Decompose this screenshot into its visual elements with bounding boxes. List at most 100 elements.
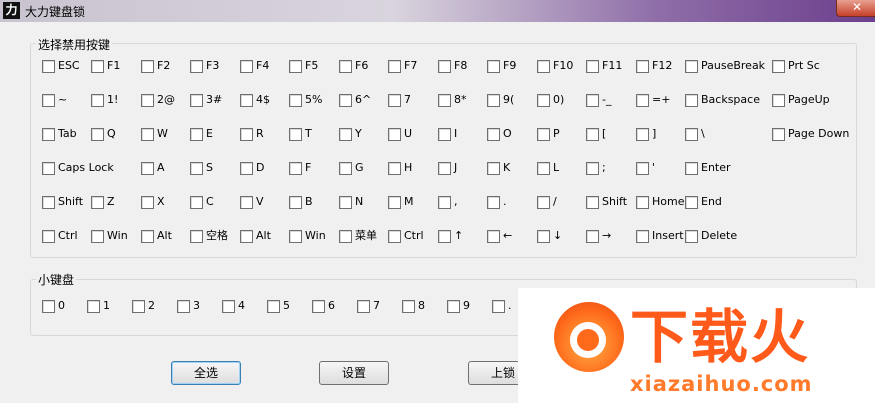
key-checkbox[interactable]: F5	[289, 59, 318, 75]
key-checkbox[interactable]: H	[388, 161, 412, 177]
close-button[interactable]: ✕	[836, 0, 875, 17]
key-checkbox[interactable]: Insert	[636, 229, 684, 245]
checkbox-box[interactable]	[537, 161, 550, 175]
checkbox-box[interactable]	[312, 299, 325, 313]
checkbox-box[interactable]	[339, 127, 352, 141]
checkbox-box[interactable]	[289, 59, 302, 73]
key-checkbox[interactable]: ←	[487, 229, 512, 245]
checkbox-box[interactable]	[636, 59, 649, 73]
key-checkbox[interactable]: Ctrl	[42, 229, 78, 245]
checkbox-box[interactable]	[685, 93, 698, 107]
checkbox-box[interactable]	[586, 93, 599, 107]
key-checkbox[interactable]: Shift	[586, 195, 627, 211]
checkbox-box[interactable]	[190, 127, 203, 141]
checkbox-box[interactable]	[487, 161, 500, 175]
key-checkbox[interactable]: 2	[132, 299, 155, 315]
checkbox-box[interactable]	[438, 59, 451, 73]
checkbox-box[interactable]	[537, 229, 550, 243]
key-checkbox[interactable]: .	[492, 299, 512, 315]
key-checkbox[interactable]: B	[289, 195, 313, 211]
key-checkbox[interactable]: Tab	[42, 127, 77, 143]
checkbox-box[interactable]	[289, 229, 302, 243]
key-checkbox[interactable]: PageUp	[772, 93, 830, 109]
checkbox-box[interactable]	[339, 195, 352, 209]
key-checkbox[interactable]: V	[240, 195, 264, 211]
checkbox-box[interactable]	[87, 299, 100, 313]
checkbox-box[interactable]	[685, 161, 698, 175]
checkbox-box[interactable]	[537, 127, 550, 141]
checkbox-box[interactable]	[772, 127, 785, 141]
key-checkbox[interactable]: Alt	[240, 229, 271, 245]
checkbox-box[interactable]	[447, 299, 460, 313]
checkbox-box[interactable]	[267, 299, 280, 313]
checkbox-box[interactable]	[487, 59, 500, 73]
checkbox-box[interactable]	[339, 59, 352, 73]
key-checkbox[interactable]: I	[438, 127, 457, 143]
key-checkbox[interactable]: ;	[586, 161, 606, 177]
checkbox-box[interactable]	[438, 229, 451, 243]
checkbox-box[interactable]	[438, 127, 451, 141]
key-checkbox[interactable]: 0)	[537, 93, 564, 109]
key-checkbox[interactable]: L	[537, 161, 559, 177]
key-checkbox[interactable]: F6	[339, 59, 368, 75]
key-checkbox[interactable]: Enter	[685, 161, 731, 177]
key-checkbox[interactable]: 7	[388, 93, 411, 109]
key-checkbox[interactable]: 1	[87, 299, 110, 315]
checkbox-box[interactable]	[636, 93, 649, 107]
key-checkbox[interactable]: 9	[447, 299, 470, 315]
key-checkbox[interactable]: 7	[357, 299, 380, 315]
checkbox-box[interactable]	[240, 93, 253, 107]
checkbox-box[interactable]	[42, 195, 55, 209]
key-checkbox[interactable]: 9(	[487, 93, 514, 109]
key-checkbox[interactable]: Z	[91, 195, 115, 211]
key-checkbox[interactable]: Shift	[42, 195, 83, 211]
key-checkbox[interactable]: 3	[177, 299, 200, 315]
checkbox-box[interactable]	[388, 161, 401, 175]
key-checkbox[interactable]: G	[339, 161, 364, 177]
key-checkbox[interactable]: 6	[312, 299, 335, 315]
checkbox-box[interactable]	[438, 93, 451, 107]
checkbox-box[interactable]	[42, 299, 55, 313]
checkbox-box[interactable]	[177, 299, 190, 313]
checkbox-box[interactable]	[636, 195, 649, 209]
checkbox-box[interactable]	[685, 229, 698, 243]
checkbox-box[interactable]	[190, 59, 203, 73]
checkbox-box[interactable]	[289, 195, 302, 209]
checkbox-box[interactable]	[42, 93, 55, 107]
key-checkbox[interactable]: K	[487, 161, 510, 177]
checkbox-box[interactable]	[772, 59, 785, 73]
checkbox-box[interactable]	[636, 161, 649, 175]
key-checkbox[interactable]: Alt	[141, 229, 172, 245]
key-checkbox[interactable]: Caps Lock	[42, 161, 114, 177]
checkbox-box[interactable]	[537, 59, 550, 73]
checkbox-box[interactable]	[240, 195, 253, 209]
key-checkbox[interactable]: Backspace	[685, 93, 760, 109]
checkbox-box[interactable]	[222, 299, 235, 313]
checkbox-box[interactable]	[636, 127, 649, 141]
key-checkbox[interactable]: 5%	[289, 93, 322, 109]
checkbox-box[interactable]	[388, 195, 401, 209]
key-checkbox[interactable]: =+	[636, 93, 670, 109]
checkbox-box[interactable]	[240, 229, 253, 243]
checkbox-box[interactable]	[240, 59, 253, 73]
key-checkbox[interactable]: P	[537, 127, 560, 143]
checkbox-box[interactable]	[132, 299, 145, 313]
checkbox-box[interactable]	[685, 195, 698, 209]
key-checkbox[interactable]: Page Down	[772, 127, 849, 143]
checkbox-box[interactable]	[240, 127, 253, 141]
key-checkbox[interactable]: F3	[190, 59, 219, 75]
key-checkbox[interactable]: 4$	[240, 93, 270, 109]
checkbox-box[interactable]	[91, 59, 104, 73]
checkbox-box[interactable]	[141, 127, 154, 141]
checkbox-box[interactable]	[388, 59, 401, 73]
key-checkbox[interactable]: N	[339, 195, 363, 211]
key-checkbox[interactable]: Prt Sc	[772, 59, 820, 75]
checkbox-box[interactable]	[586, 59, 599, 73]
key-checkbox[interactable]: ↓	[537, 229, 562, 245]
checkbox-box[interactable]	[586, 195, 599, 209]
checkbox-box[interactable]	[438, 161, 451, 175]
checkbox-box[interactable]	[388, 127, 401, 141]
key-checkbox[interactable]: E	[190, 127, 213, 143]
checkbox-box[interactable]	[636, 229, 649, 243]
key-checkbox[interactable]: X	[141, 195, 165, 211]
